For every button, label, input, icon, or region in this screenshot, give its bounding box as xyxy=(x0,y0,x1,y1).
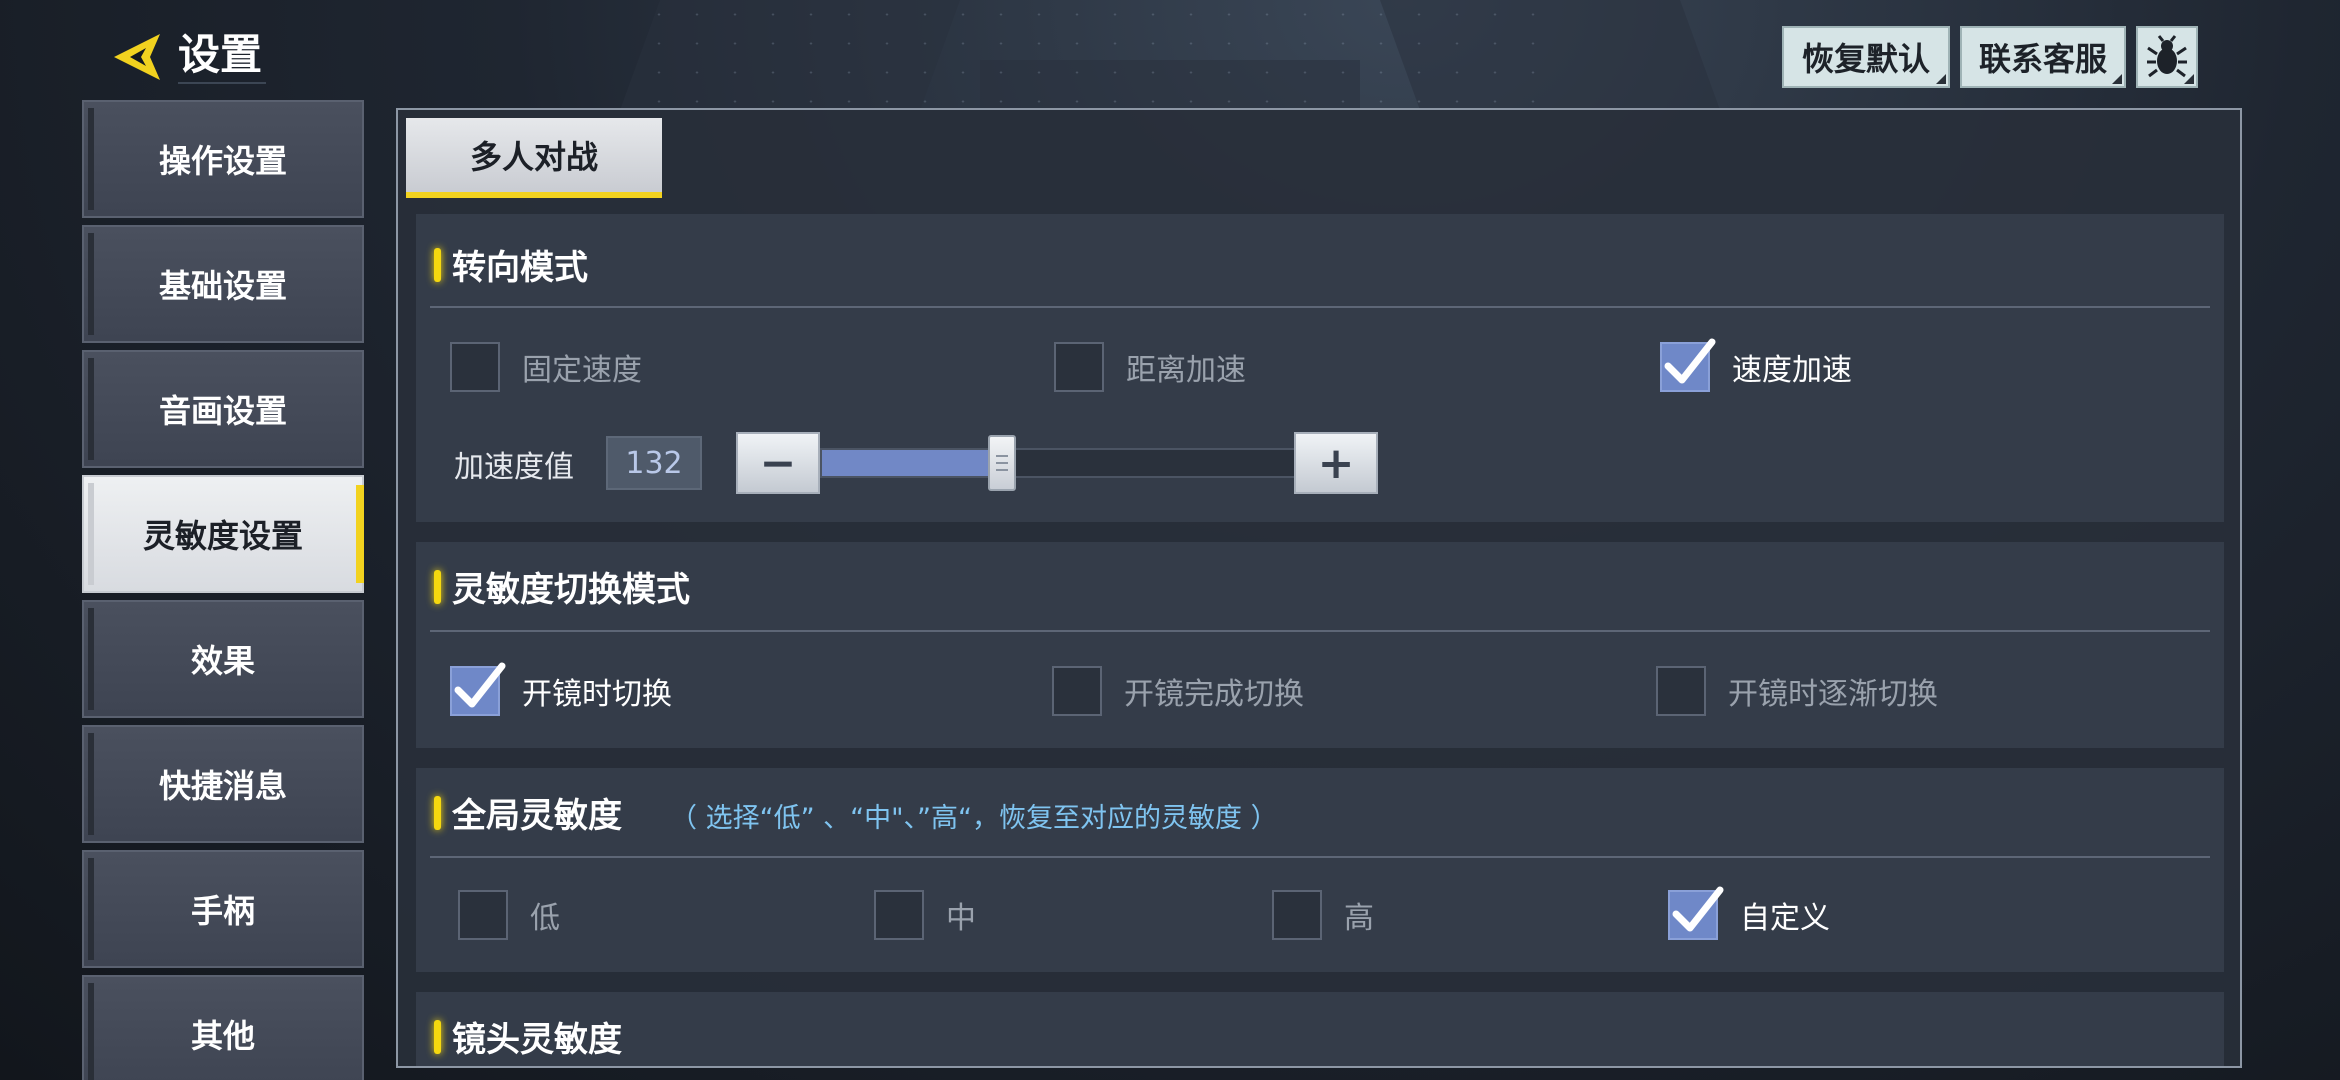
section-title-text: 灵敏度切换模式 xyxy=(452,570,690,610)
checkbox[interactable] xyxy=(1054,342,1104,392)
reset-default-button[interactable]: 恢复默认 xyxy=(1782,26,1950,88)
bug-report-button[interactable] xyxy=(2136,26,2198,88)
option-label: 低 xyxy=(530,901,560,936)
divider xyxy=(430,630,2210,632)
checkbox[interactable] xyxy=(1656,666,1706,716)
section-marker xyxy=(434,796,441,830)
checkbox[interactable] xyxy=(458,890,508,940)
back-button[interactable] xyxy=(108,28,166,86)
sidebar-item-controller[interactable]: 手柄 xyxy=(82,850,364,968)
option-label: 自定义 xyxy=(1740,901,1830,936)
accel-slider-fill xyxy=(822,450,1002,476)
section-hint: （ 选择“低” 、“中"、”高“，恢复至对应的灵敏度 ） xyxy=(670,803,1278,834)
checkbox[interactable] xyxy=(874,890,924,940)
option-switch-on-scope[interactable]: 开镜时切换 xyxy=(450,662,672,716)
sidebar-item-quick-messages[interactable]: 快捷消息 xyxy=(82,725,364,843)
section-title-text: 转向模式 xyxy=(452,248,588,288)
section-camera-sensitivity: 镜头灵敏度 xyxy=(416,992,2224,1066)
option-fixed-speed[interactable]: 固定速度 xyxy=(450,342,642,392)
accel-decrease-button[interactable]: − xyxy=(736,432,820,494)
accel-label: 加速度值 xyxy=(454,450,574,485)
accel-slider-thumb[interactable] xyxy=(988,435,1016,491)
section-turn-mode: 转向模式 固定速度 距离加速 速度加速 加速度值 132 − + xyxy=(416,214,2224,522)
option-sens-custom[interactable]: 自定义 xyxy=(1668,886,1830,940)
back-arrow-icon xyxy=(114,34,160,80)
section-title: 灵敏度切换模式 xyxy=(434,562,690,611)
accel-slider-track[interactable] xyxy=(820,435,1298,491)
option-label: 固定速度 xyxy=(522,353,642,388)
option-sens-medium[interactable]: 中 xyxy=(874,890,976,940)
sidebar-item-basic[interactable]: 基础设置 xyxy=(82,225,364,343)
sidebar-item-effects[interactable]: 效果 xyxy=(82,600,364,718)
checkmark-icon xyxy=(1664,338,1716,384)
section-title: 全局灵敏度 xyxy=(434,788,622,837)
section-title-text: 全局灵敏度 xyxy=(452,796,622,836)
section-switch-mode: 灵敏度切换模式 开镜时切换 开镜完成切换 开镜时逐渐切换 xyxy=(416,542,2224,748)
option-label: 中 xyxy=(946,901,976,936)
divider xyxy=(430,856,2210,858)
accel-value-display: 132 xyxy=(606,436,702,490)
option-label: 开镜时逐渐切换 xyxy=(1728,677,1938,712)
checkmark-icon xyxy=(454,662,506,708)
option-sens-low[interactable]: 低 xyxy=(458,890,560,940)
option-sens-high[interactable]: 高 xyxy=(1272,890,1374,940)
checkmark-icon xyxy=(1672,886,1724,932)
section-global-sensitivity: 全局灵敏度 （ 选择“低” 、“中"、”高“，恢复至对应的灵敏度 ） 低 中 高… xyxy=(416,768,2224,972)
settings-panel: 多人对战 转向模式 固定速度 距离加速 速度加速 加速度值 132 − + 灵敏… xyxy=(396,108,2242,1068)
option-label: 距离加速 xyxy=(1126,353,1246,388)
tab-multiplayer[interactable]: 多人对战 xyxy=(406,118,662,198)
divider xyxy=(430,306,2210,308)
sidebar-item-other[interactable]: 其他 xyxy=(82,975,364,1080)
checkbox-checked[interactable] xyxy=(1660,338,1716,392)
option-label: 开镜完成切换 xyxy=(1124,677,1304,712)
checkbox[interactable] xyxy=(1052,666,1102,716)
option-label: 开镜时切换 xyxy=(522,677,672,712)
option-label: 高 xyxy=(1344,901,1374,936)
checkbox[interactable] xyxy=(1272,890,1322,940)
contact-support-button[interactable]: 联系客服 xyxy=(1960,26,2126,88)
checkbox-checked[interactable] xyxy=(450,662,506,716)
option-switch-gradual[interactable]: 开镜时逐渐切换 xyxy=(1656,666,1938,716)
checkbox-checked[interactable] xyxy=(1668,886,1724,940)
checkbox[interactable] xyxy=(450,342,500,392)
sidebar-item-audio-video[interactable]: 音画设置 xyxy=(82,350,364,468)
section-marker xyxy=(434,570,441,604)
option-speed-accel[interactable]: 速度加速 xyxy=(1660,338,1852,392)
option-distance-accel[interactable]: 距离加速 xyxy=(1054,342,1246,392)
sidebar-item-controls[interactable]: 操作设置 xyxy=(82,100,364,218)
sidebar-item-sensitivity[interactable]: 灵敏度设置 xyxy=(82,475,364,593)
section-marker xyxy=(434,248,441,282)
section-title: 转向模式 xyxy=(434,240,588,289)
option-switch-after-scope[interactable]: 开镜完成切换 xyxy=(1052,666,1304,716)
option-label: 速度加速 xyxy=(1732,353,1852,388)
page-title: 设置 xyxy=(178,26,267,84)
section-title: 镜头灵敏度 xyxy=(434,1012,622,1061)
accel-increase-button[interactable]: + xyxy=(1294,432,1378,494)
bg-stars xyxy=(640,0,1540,110)
section-title-text: 镜头灵敏度 xyxy=(452,1020,622,1060)
bug-icon xyxy=(2147,35,2187,78)
section-marker xyxy=(434,1020,441,1054)
